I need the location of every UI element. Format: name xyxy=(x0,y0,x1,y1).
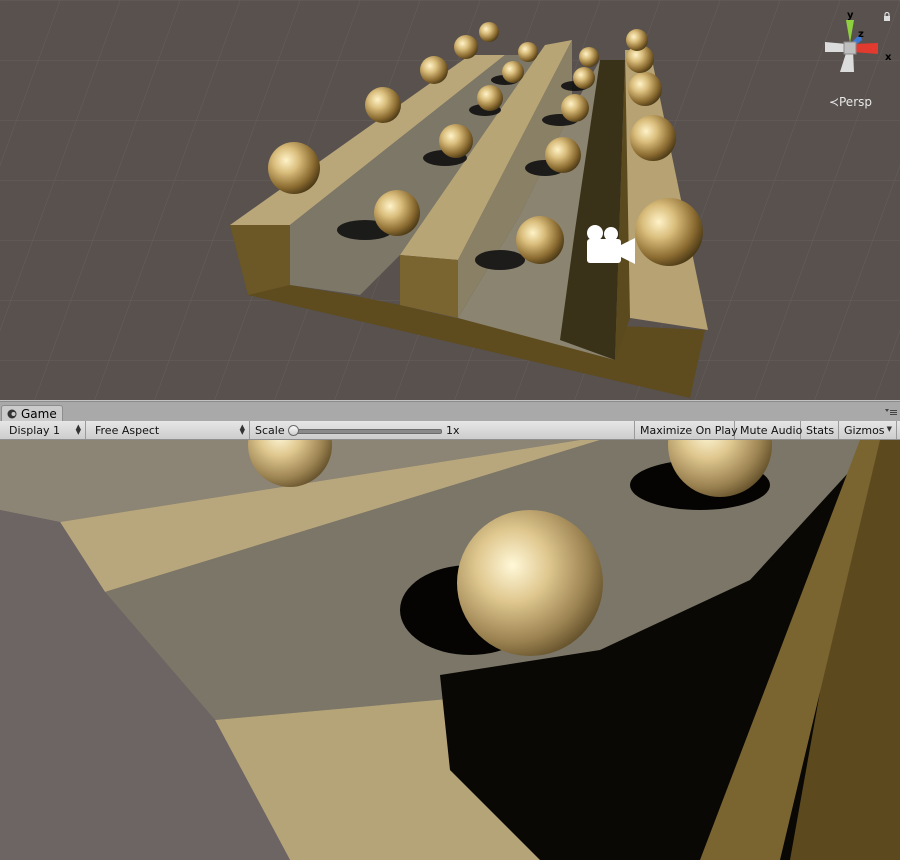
sphere[interactable] xyxy=(573,67,595,89)
tab-game-label: Game xyxy=(21,407,57,421)
game-toolbar: Display 1 ▲ ▼ Free Aspect ▲ ▼ Scale 1x Max… xyxy=(0,421,900,440)
projection-label: Persp xyxy=(839,95,872,109)
aspect-dropdown[interactable]: Free Aspect ▲ ▼ xyxy=(90,421,250,439)
gizmo-axis-x-label: x xyxy=(885,52,892,63)
sphere[interactable] xyxy=(439,124,473,158)
sphere[interactable] xyxy=(635,198,703,266)
projection-toggle[interactable]: ≺Persp xyxy=(829,95,872,109)
sphere[interactable] xyxy=(374,190,420,236)
stats-label: Stats xyxy=(806,423,835,437)
tab-game[interactable]: Game xyxy=(1,405,63,422)
mute-audio-button[interactable]: Mute Audio xyxy=(735,421,803,439)
sphere[interactable] xyxy=(477,85,503,111)
sphere[interactable] xyxy=(516,216,564,264)
sphere[interactable] xyxy=(479,22,499,42)
scale-label: Scale xyxy=(255,423,285,437)
maximize-on-play-label: Maximize On Play xyxy=(640,423,738,437)
sphere[interactable] xyxy=(365,87,401,123)
sphere[interactable] xyxy=(579,47,599,67)
sphere[interactable] xyxy=(457,510,603,656)
game-viewport[interactable] xyxy=(0,440,900,860)
sphere[interactable] xyxy=(454,35,478,59)
stats-button[interactable]: Stats xyxy=(801,421,839,439)
scale-slider-thumb[interactable] xyxy=(288,425,299,436)
sphere[interactable] xyxy=(545,137,581,173)
scale-value: 1x xyxy=(446,424,460,437)
sphere[interactable] xyxy=(420,56,448,84)
sphere[interactable] xyxy=(268,142,320,194)
display-dropdown[interactable]: Display 1 ▲ ▼ xyxy=(4,421,86,439)
sphere[interactable] xyxy=(502,61,524,83)
gizmo-axis-z-label: z xyxy=(858,29,864,40)
game-controller-icon xyxy=(7,409,17,419)
sphere[interactable] xyxy=(630,115,676,161)
maximize-on-play-button[interactable]: Maximize On Play xyxy=(634,421,738,439)
scale-slider-track[interactable] xyxy=(292,429,442,434)
sphere[interactable] xyxy=(626,29,648,51)
scene-view[interactable]: y z x ≺Persp xyxy=(0,0,900,400)
game-view[interactable] xyxy=(0,440,900,860)
gizmos-label: Gizmos xyxy=(844,423,885,437)
panel-menu-icon[interactable] xyxy=(885,409,897,417)
sphere[interactable] xyxy=(561,94,589,122)
game-tab-strip: Game xyxy=(0,401,900,422)
dropdown-arrows-icon: ▲ ▼ xyxy=(75,423,81,436)
dropdown-arrow-icon: ▼ xyxy=(886,425,892,433)
scene-viewport[interactable] xyxy=(0,0,900,400)
sphere[interactable] xyxy=(628,72,662,106)
mute-audio-label: Mute Audio xyxy=(740,423,803,437)
sphere[interactable] xyxy=(518,42,538,62)
gizmos-dropdown[interactable]: Gizmos ▼ xyxy=(839,421,897,439)
gizmo-axis-y-label: y xyxy=(847,10,854,21)
dropdown-arrows-icon: ▲ ▼ xyxy=(239,423,245,436)
display-dropdown-label: Display 1 xyxy=(9,423,61,437)
lock-icon[interactable] xyxy=(882,12,892,22)
persp-arrow-icon: ≺ xyxy=(828,95,839,109)
aspect-dropdown-label: Free Aspect xyxy=(95,423,160,437)
